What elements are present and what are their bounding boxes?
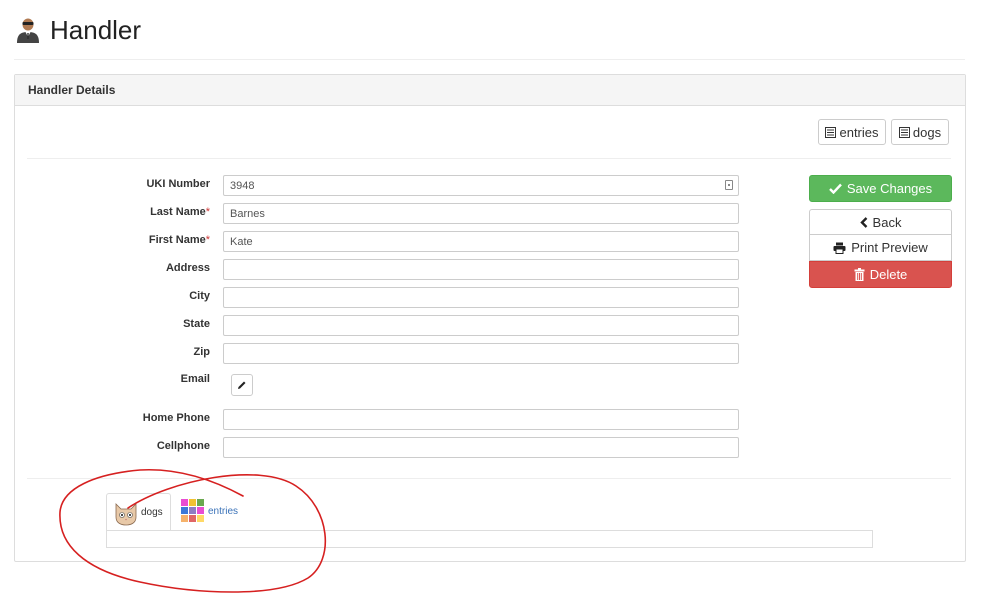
address-label: Address <box>165 262 210 274</box>
chevron-left-icon <box>859 216 867 228</box>
uki-number-value: 3948 <box>230 179 255 192</box>
last-name-value: Barnes <box>230 207 265 220</box>
toolbar-divider <box>27 158 951 159</box>
header-divider <box>14 59 965 60</box>
contact-card-icon[interactable] <box>725 180 733 190</box>
agent-avatar-icon <box>17 18 39 43</box>
cellphone-label: Cellphone <box>156 440 210 452</box>
state-label: State <box>183 318 210 330</box>
delete-label: Delete <box>869 267 908 282</box>
state-input[interactable] <box>223 315 739 336</box>
last-name-label: Last Name* <box>150 206 210 218</box>
entries-button-label: entries <box>839 124 879 140</box>
uki-number-input[interactable]: 3948 <box>223 175 739 196</box>
list-icon <box>898 126 910 138</box>
home-phone-label: Home Phone <box>142 412 210 424</box>
pencil-icon <box>238 381 246 389</box>
list-icon <box>825 126 837 138</box>
printer-icon <box>833 242 846 254</box>
cat-face-icon <box>115 502 137 525</box>
city-label: City <box>189 290 210 302</box>
delete-button[interactable]: Delete <box>809 261 952 288</box>
required-marker: * <box>205 206 210 218</box>
back-label: Back <box>872 214 902 230</box>
tab-entries-label: entries <box>208 505 239 517</box>
zip-input[interactable] <box>223 343 739 364</box>
dogs-button-label: dogs <box>912 124 942 140</box>
uki-number-label: UKI Number <box>146 178 210 190</box>
home-phone-input[interactable] <box>223 409 739 430</box>
email-label: Email <box>180 373 210 385</box>
back-button[interactable]: Back <box>809 209 952 235</box>
tab-dogs[interactable]: dogs <box>106 493 171 531</box>
print-preview-button[interactable]: Print Preview <box>809 235 952 261</box>
required-marker: * <box>205 234 210 246</box>
zip-label: Zip <box>193 346 211 358</box>
dogs-button[interactable]: dogs <box>891 119 949 145</box>
page-title: Handler <box>50 14 142 45</box>
trash-icon <box>854 268 865 281</box>
last-name-input[interactable]: Barnes <box>223 203 739 224</box>
tab-content-area <box>106 530 873 548</box>
first-name-input[interactable]: Kate <box>223 231 739 252</box>
first-name-value: Kate <box>230 235 253 248</box>
save-changes-label: Save Changes <box>846 181 933 196</box>
color-grid-icon <box>181 499 204 522</box>
email-edit-button[interactable] <box>231 374 253 396</box>
save-changes-button[interactable]: Save Changes <box>809 175 952 202</box>
city-input[interactable] <box>223 287 739 308</box>
page-header: Handler <box>16 12 141 48</box>
entries-button[interactable]: entries <box>818 119 886 145</box>
panel-heading: Handler Details <box>15 75 965 106</box>
address-input[interactable] <box>223 259 739 280</box>
tab-dogs-label: dogs <box>141 507 163 518</box>
check-icon <box>829 183 842 194</box>
first-name-label: First Name* <box>148 234 210 246</box>
tab-entries[interactable]: entries <box>180 497 238 525</box>
tabs-divider <box>27 478 951 479</box>
print-preview-label: Print Preview <box>851 240 928 255</box>
cellphone-input[interactable] <box>223 437 739 458</box>
